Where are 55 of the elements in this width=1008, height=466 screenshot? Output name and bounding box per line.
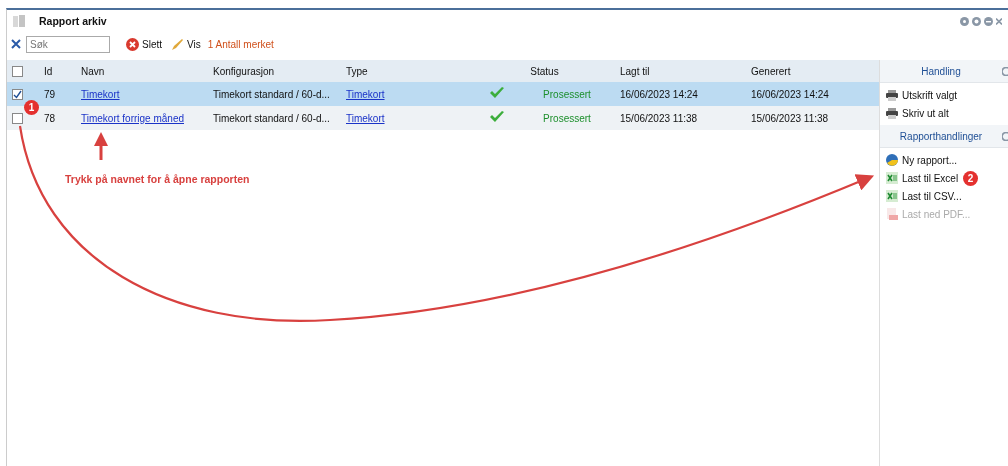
spreadsheet-icon: [886, 190, 898, 202]
action-item[interactable]: Skriv ut alt: [880, 104, 955, 122]
table-cell-text: 15/06/2023 11:38: [750, 112, 830, 124]
table-cell-text: Timekort standard / 60-d...: [212, 88, 331, 100]
column-header[interactable]: Lagt til: [615, 65, 746, 77]
status-text: Prosessert: [543, 88, 591, 100]
section-title: Rapporthandlinger: [898, 130, 984, 142]
minimize-icon[interactable]: [984, 16, 993, 26]
table-cell-text: 78: [43, 112, 57, 124]
column-header[interactable]: Type: [341, 65, 469, 77]
type-link[interactable]: Timekort: [346, 112, 385, 124]
action-item[interactable]: Last til Excel: [880, 169, 965, 187]
window-title: Rapport arkiv: [39, 15, 107, 27]
pie-chart-icon: [886, 154, 898, 166]
search-field[interactable]: Søk: [26, 35, 110, 53]
checkmark-icon: [489, 111, 504, 123]
pointer-arrow: [94, 132, 108, 160]
section-title: Handling: [920, 65, 962, 77]
pdf-icon: [886, 208, 898, 220]
checkmark-icon: [489, 87, 504, 99]
table-cell-text: 16/06/2023 14:24: [619, 88, 699, 100]
close-icon[interactable]: [996, 16, 1002, 26]
checkbox[interactable]: [12, 112, 23, 124]
pencil-icon: [171, 37, 184, 51]
table-cell-text: 15/06/2023 11:38: [619, 112, 699, 124]
status-text: Prosessert: [543, 112, 591, 124]
settings-icon[interactable]: [972, 16, 981, 26]
table-cell-text: 16/06/2023 14:24: [750, 88, 830, 100]
printer-icon: [886, 107, 898, 119]
column-header[interactable]: Konfigurasjon: [208, 65, 341, 77]
annotation-text: Trykk på navnet for å åpne rapporten: [65, 173, 250, 185]
archive-icon: [13, 15, 25, 27]
table-cell-text: Timekort standard / 60-d...: [212, 112, 331, 124]
view-button[interactable]: Vis: [169, 37, 203, 51]
column-header[interactable]: Generert: [746, 65, 879, 77]
collapse-icon[interactable]: [1002, 131, 1008, 141]
column-header[interactable]: Navn: [76, 65, 208, 77]
report-link[interactable]: Timekort forrige måned: [81, 112, 184, 124]
delete-icon: [126, 37, 139, 51]
column-header[interactable]: Id: [39, 65, 76, 77]
action-item[interactable]: Last til CSV...: [880, 187, 968, 205]
spreadsheet-icon: [886, 172, 898, 184]
report-link[interactable]: Timekort: [81, 88, 120, 100]
printer-icon: [886, 89, 898, 101]
delete-button[interactable]: Slett: [124, 37, 164, 51]
clear-icon[interactable]: [11, 39, 21, 49]
action-item[interactable]: Ny rapport...: [880, 151, 964, 169]
collapse-icon[interactable]: [1002, 66, 1008, 76]
table-cell-text: 79: [43, 88, 57, 100]
action-item[interactable]: Utskrift valgt: [880, 86, 963, 104]
type-link[interactable]: Timekort: [346, 88, 385, 100]
checkbox[interactable]: [12, 65, 23, 77]
checkbox[interactable]: [12, 88, 23, 100]
column-header[interactable]: Status: [469, 65, 615, 77]
selection-count: 1 Antall merket: [207, 38, 274, 50]
